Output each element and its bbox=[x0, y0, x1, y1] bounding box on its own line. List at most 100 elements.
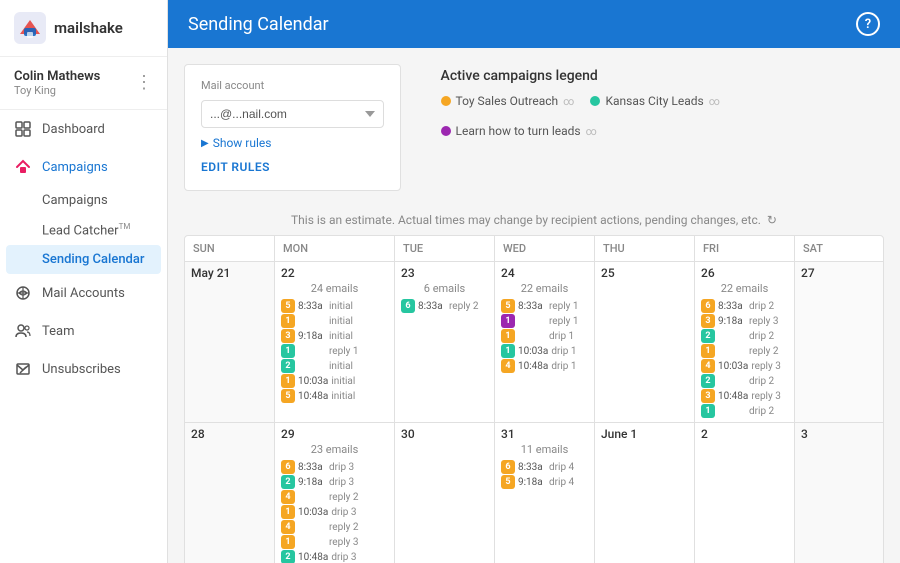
user-name: Colin Mathews bbox=[14, 69, 100, 84]
show-rules-label: Show rules bbox=[213, 136, 272, 150]
cal-badge: 1 bbox=[281, 344, 295, 358]
legend-link-0[interactable]: ∞ bbox=[563, 95, 574, 108]
cal-cell-29: 29 23 emails 68:33adrip 3 29:18adrip 3 4… bbox=[275, 423, 395, 563]
cal-event: 1reply 2 bbox=[701, 344, 788, 358]
sidebar-item-campaigns-label: Campaigns bbox=[42, 160, 108, 175]
cal-label: initial bbox=[331, 391, 355, 402]
legend-dot-2 bbox=[441, 126, 451, 136]
cal-event: 68:33adrip 3 bbox=[281, 460, 388, 474]
cal-label: reply 1 bbox=[329, 346, 358, 357]
top-bar: Sending Calendar ? bbox=[168, 0, 900, 48]
cal-badge: 4 bbox=[501, 359, 515, 373]
cal-label: initial bbox=[329, 301, 353, 312]
sidebar-item-unsubscribes[interactable]: Unsubscribes bbox=[0, 350, 167, 388]
cal-label: drip 2 bbox=[749, 376, 774, 387]
cal-badge: 5 bbox=[501, 475, 515, 489]
sidebar-item-campaigns[interactable]: Campaigns bbox=[0, 148, 167, 186]
cal-date-26: 26 bbox=[701, 266, 788, 280]
cal-time: 8:33a bbox=[518, 301, 546, 312]
cal-label: reply 2 bbox=[749, 346, 778, 357]
cal-event: 59:18adrip 4 bbox=[501, 475, 588, 489]
sidebar-item-sending-calendar[interactable]: Sending Calendar bbox=[6, 245, 161, 274]
cal-label: initial bbox=[329, 316, 353, 327]
cal-header-fri: Fri bbox=[695, 236, 795, 261]
sidebar-item-unsubscribes-label: Unsubscribes bbox=[42, 362, 121, 377]
cal-badge: 6 bbox=[281, 460, 295, 474]
user-role: Toy King bbox=[14, 84, 100, 97]
cal-badge: 5 bbox=[281, 389, 295, 403]
cal-event: 2 drip 2 bbox=[701, 329, 788, 343]
cal-header-tue: Tue bbox=[395, 236, 495, 261]
cal-time: 10:03a bbox=[718, 361, 748, 372]
cal-events-24: 58:33areply 1 1reply 1 1drip 1 110:03adr… bbox=[501, 299, 588, 373]
sidebar-item-team[interactable]: Team bbox=[0, 312, 167, 350]
cal-event: 1reply 1 bbox=[501, 314, 588, 328]
sidebar-item-sending-calendar-label: Sending Calendar bbox=[42, 252, 144, 267]
help-button[interactable]: ? bbox=[856, 12, 880, 36]
cal-cell-sat3: 3 bbox=[795, 423, 884, 563]
cal-badge: 2 bbox=[701, 329, 715, 343]
cal-label: drip 1 bbox=[549, 331, 574, 342]
sidebar-item-lead-catcher-label: Lead Catcher bbox=[42, 223, 119, 238]
cal-time: 10:03a bbox=[298, 507, 328, 518]
cal-badge: 5 bbox=[501, 299, 515, 313]
cal-cell-30: 30 bbox=[395, 423, 495, 563]
cal-time: 9:18a bbox=[298, 331, 326, 342]
cal-event: 110:03adrip 1 bbox=[501, 344, 588, 358]
sidebar-item-campaigns-sub[interactable]: Campaigns bbox=[0, 186, 167, 215]
cal-badge: 3 bbox=[281, 329, 295, 343]
calendar-header: Sun Mon Tue Wed Thu Fri Sat bbox=[185, 236, 883, 262]
cal-events-26: 68:33adrip 2 39:18areply 3 2drip 2 1repl… bbox=[701, 299, 788, 418]
cal-events-22: 58:33ainitial 1initial 39:18ainitial 1re… bbox=[281, 299, 388, 403]
cal-cell-24: 24 22 emails 58:33areply 1 1reply 1 1dri… bbox=[495, 262, 595, 423]
cal-label: reply 3 bbox=[751, 391, 780, 402]
cal-event: 68:33adrip 2 bbox=[701, 299, 788, 313]
user-info: Colin Mathews Toy King bbox=[14, 69, 100, 97]
sidebar-item-campaigns-sub-label: Campaigns bbox=[42, 193, 108, 208]
cal-event: 29:18adrip 3 bbox=[281, 475, 388, 489]
show-rules-button[interactable]: ▶ Show rules bbox=[201, 128, 384, 154]
mail-account-label: Mail account bbox=[201, 79, 384, 92]
logo-text: mailshake bbox=[54, 19, 123, 37]
cal-label: drip 3 bbox=[329, 462, 354, 473]
cal-badge: 3 bbox=[701, 389, 715, 403]
sidebar-item-dashboard-label: Dashboard bbox=[42, 122, 105, 137]
sidebar-item-lead-catcher[interactable]: Lead CatcherTM bbox=[0, 215, 167, 245]
cal-label: drip 2 bbox=[749, 331, 774, 342]
refresh-icon[interactable]: ↻ bbox=[767, 213, 777, 227]
page-title: Sending Calendar bbox=[188, 14, 329, 35]
cal-cell-fri2: 2 bbox=[695, 423, 795, 563]
legend-dot-1 bbox=[590, 96, 600, 106]
estimate-bar: This is an estimate. Actual times may ch… bbox=[184, 203, 884, 235]
cal-email-count-22: 24 emails bbox=[281, 282, 388, 295]
user-menu-button[interactable]: ⋮ bbox=[135, 74, 153, 92]
legend-link-2[interactable]: ∞ bbox=[586, 125, 597, 138]
mail-account-select[interactable]: ...@...nail.com bbox=[201, 100, 384, 128]
cal-date-31: 31 bbox=[501, 427, 588, 441]
sidebar-item-dashboard[interactable]: Dashboard bbox=[0, 110, 167, 148]
calendar-week-1: May 21 22 24 emails 58:33ainitial 1initi… bbox=[185, 262, 883, 423]
cal-header-thu: Thu bbox=[595, 236, 695, 261]
edit-rules-button[interactable]: EDIT RULES bbox=[201, 154, 384, 176]
cal-cell-27: 27 bbox=[795, 262, 884, 423]
cal-email-count-23: 6 emails bbox=[401, 282, 488, 295]
cal-cell-25: 25 bbox=[595, 262, 695, 423]
cal-date-june1: June 1 bbox=[601, 427, 688, 441]
legend-item-0: Toy Sales Outreach ∞ bbox=[441, 94, 575, 108]
cal-label: reply 3 bbox=[749, 316, 778, 327]
cal-date-24: 24 bbox=[501, 266, 588, 280]
cal-event: 310:48areply 3 bbox=[701, 389, 788, 403]
logo-icon bbox=[14, 12, 46, 44]
cal-date-30: 30 bbox=[401, 427, 488, 441]
sidebar-item-mail-accounts[interactable]: Mail Accounts bbox=[0, 274, 167, 312]
legend-link-1[interactable]: ∞ bbox=[709, 95, 720, 108]
cal-badge: 1 bbox=[281, 374, 295, 388]
cal-email-count-24: 22 emails bbox=[501, 282, 588, 295]
cal-time: 8:33a bbox=[298, 462, 326, 473]
cal-time: 8:33a bbox=[418, 301, 446, 312]
legend-dot-0 bbox=[441, 96, 451, 106]
cal-events-29: 68:33adrip 3 29:18adrip 3 4reply 2 110:0… bbox=[281, 460, 388, 563]
cal-badge: 6 bbox=[701, 299, 715, 313]
cal-event: 4reply 2 bbox=[281, 520, 388, 534]
cal-badge: 2 bbox=[701, 374, 715, 388]
